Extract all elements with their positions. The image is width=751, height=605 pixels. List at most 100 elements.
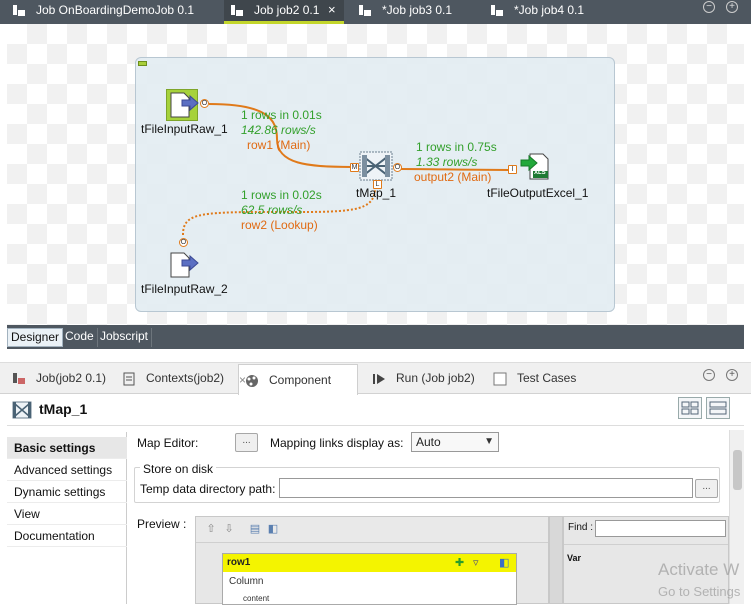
run-icon bbox=[373, 374, 385, 384]
tmap-preview-pane: ⇧ ⇩ ▤ ◧ row1 ✚ ▿ ◧ Column content bbox=[195, 516, 549, 605]
xls-badge: XLS bbox=[534, 170, 546, 176]
main-input-port[interactable]: M bbox=[350, 163, 359, 172]
add-row-icon[interactable]: ✚ bbox=[455, 554, 464, 572]
tmap-icon bbox=[12, 401, 32, 419]
job-designer-canvas[interactable]: O tFileInputRaw_1 1 rows in 0.01s 142.86… bbox=[7, 24, 744, 325]
minimize-icon[interactable]: − bbox=[703, 1, 715, 13]
job-icon bbox=[491, 5, 503, 16]
row1-link-label[interactable]: row1 (Main) bbox=[247, 138, 310, 152]
contexts-icon bbox=[123, 372, 135, 386]
preview-label: Preview : bbox=[137, 517, 187, 531]
row2-link-label[interactable]: row2 (Lookup) bbox=[241, 218, 318, 232]
nav-dynamic-settings[interactable]: Dynamic settings bbox=[7, 481, 127, 503]
preview-toolbar: ⇧ ⇩ ▤ ◧ bbox=[196, 517, 548, 543]
tab-run[interactable]: Run (Job job2) bbox=[372, 363, 482, 394]
output-port[interactable]: O bbox=[179, 238, 188, 247]
settings-nav: Basic settings Advanced settings Dynamic… bbox=[7, 432, 127, 604]
component-label-tfileinputraw-1[interactable]: tFileInputRaw_1 bbox=[141, 122, 228, 136]
mapping-links-select[interactable]: Auto ▼ bbox=[411, 432, 499, 452]
job-icon bbox=[13, 5, 25, 16]
input-port[interactable]: I bbox=[508, 165, 517, 174]
nav-basic-settings[interactable]: Basic settings bbox=[7, 437, 127, 459]
var-label: Var bbox=[567, 553, 582, 563]
component-label-tmap-1[interactable]: tMap_1 bbox=[356, 186, 396, 200]
find-input[interactable] bbox=[595, 520, 726, 537]
component-title: tMap_1 bbox=[39, 401, 88, 417]
store-on-disk-title: Store on disk bbox=[140, 462, 217, 476]
mapping-links-label: Mapping links display as: bbox=[270, 436, 404, 450]
tab-label: Component bbox=[269, 373, 332, 387]
tab-label: Test Cases bbox=[517, 371, 577, 385]
row1-table[interactable]: row1 ✚ ▿ ◧ Column content bbox=[222, 553, 517, 605]
scrollbar-thumb[interactable] bbox=[733, 450, 742, 490]
output2-rate-stat: 1.33 rows/s bbox=[416, 155, 478, 169]
maximize-icon[interactable]: + bbox=[726, 1, 738, 13]
component-icon bbox=[246, 375, 258, 387]
output2-rows-stat: 1 rows in 0.75s bbox=[416, 140, 497, 154]
row1-rows-stat: 1 rows in 0.01s bbox=[241, 108, 322, 122]
map-editor-button[interactable]: ... bbox=[235, 433, 258, 452]
row1-rate-stat: 142.86 rows/s bbox=[241, 123, 316, 137]
temp-dir-input[interactable] bbox=[279, 478, 693, 498]
minimize-icon[interactable]: − bbox=[703, 369, 715, 381]
stacked-layout-icon bbox=[709, 401, 727, 415]
filter-icon[interactable]: ▿ bbox=[473, 554, 479, 572]
preview-splitter[interactable] bbox=[549, 516, 563, 604]
job-icon bbox=[13, 373, 25, 384]
tab-job-onboardingdemojob[interactable]: Job OnBoardingDemoJob 0.1 bbox=[12, 0, 212, 24]
tab-label: *Job job3 0.1 bbox=[382, 3, 453, 17]
mapping-links-value: Auto bbox=[416, 435, 441, 449]
tab-job-job2[interactable]: Job job2 0.1 × bbox=[224, 0, 344, 24]
activation-watermark-line2: Go to Settings bbox=[658, 584, 741, 599]
map-editor-label: Map Editor: bbox=[137, 436, 199, 450]
bottom-view-tab-bar: Job(job2 0.1) Contexts(job2) Component ×… bbox=[0, 362, 751, 395]
output-port[interactable]: O bbox=[200, 99, 209, 108]
find-label: Find : bbox=[568, 522, 594, 533]
divider bbox=[564, 544, 728, 545]
temp-dir-label: Temp data directory path: bbox=[140, 482, 276, 496]
stacked-layout-button[interactable] bbox=[706, 397, 730, 419]
grid-layout-icon bbox=[681, 401, 699, 415]
tab-label: Run (Job job2) bbox=[396, 371, 475, 385]
tab-label: Job job2 0.1 bbox=[254, 3, 320, 17]
job-icon bbox=[231, 5, 243, 16]
move-up-icon[interactable]: ⇧ bbox=[204, 522, 218, 536]
tab-contexts[interactable]: Contexts(job2) bbox=[122, 363, 232, 394]
output2-link-label[interactable]: output2 (Main) bbox=[414, 170, 491, 184]
temp-dir-browse-button[interactable]: ... bbox=[695, 479, 718, 498]
tab-label: *Job job4 0.1 bbox=[514, 3, 585, 17]
table-view-icon[interactable]: ▤ bbox=[248, 522, 262, 536]
tab-jobscript[interactable]: Jobscript bbox=[97, 328, 153, 347]
file-input-icon[interactable] bbox=[170, 92, 200, 118]
tab-job-settings[interactable]: Job(job2 0.1) bbox=[12, 363, 112, 394]
column-value: content bbox=[243, 594, 270, 603]
tmap-icon[interactable] bbox=[359, 151, 393, 181]
row2-rows-stat: 1 rows in 0.02s bbox=[241, 188, 322, 202]
close-icon[interactable]: × bbox=[328, 0, 336, 20]
tab-code[interactable]: Code bbox=[62, 328, 98, 347]
designer-view-tabs: Designer Code Jobscript bbox=[7, 325, 744, 349]
output-port[interactable]: O bbox=[393, 163, 402, 172]
file-input-icon[interactable] bbox=[170, 252, 200, 278]
nav-advanced-settings[interactable]: Advanced settings bbox=[7, 459, 127, 481]
comment-icon[interactable]: ◧ bbox=[266, 522, 280, 536]
maximize-icon[interactable]: + bbox=[726, 369, 738, 381]
nav-view[interactable]: View bbox=[7, 503, 127, 525]
tab-label: Job(job2 0.1) bbox=[36, 371, 107, 385]
row1-table-header: row1 ✚ ▿ ◧ bbox=[223, 554, 516, 572]
component-label-tfileoutputexcel-1[interactable]: tFileOutputExcel_1 bbox=[487, 186, 588, 200]
nav-documentation[interactable]: Documentation bbox=[7, 525, 127, 547]
tab-component[interactable]: Component × bbox=[238, 364, 358, 395]
tab-job-job4[interactable]: *Job job4 0.1 bbox=[490, 0, 600, 24]
tab-test-cases[interactable]: Test Cases bbox=[493, 363, 583, 394]
comment-icon[interactable]: ◧ bbox=[499, 554, 509, 572]
tab-designer[interactable]: Designer bbox=[7, 328, 64, 347]
component-header: tMap_1 bbox=[7, 396, 744, 426]
move-down-icon[interactable]: ⇩ bbox=[222, 522, 236, 536]
column-header: Column bbox=[229, 576, 264, 587]
editor-tab-bar: Job OnBoardingDemoJob 0.1 Job job2 0.1 ×… bbox=[0, 0, 751, 24]
tab-job-job3[interactable]: *Job job3 0.1 bbox=[358, 0, 468, 24]
component-label-tfileinputraw-2[interactable]: tFileInputRaw_2 bbox=[141, 282, 228, 296]
grid-layout-button[interactable] bbox=[678, 397, 702, 419]
chevron-down-icon: ▼ bbox=[484, 436, 494, 447]
